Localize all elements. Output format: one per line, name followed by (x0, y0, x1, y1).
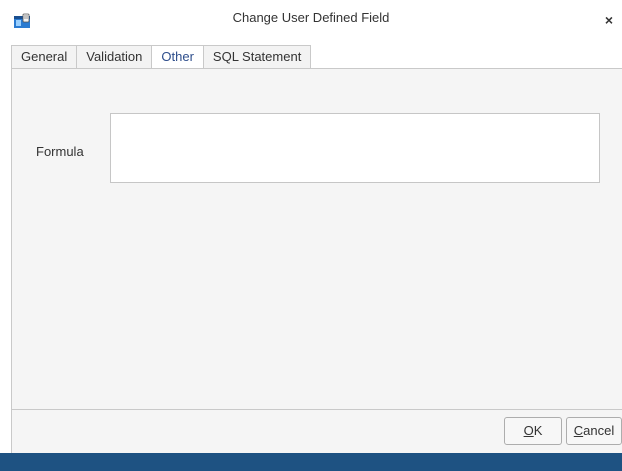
cancel-label-rest: ancel (583, 423, 615, 438)
title-bar: Change User Defined Field × (0, 0, 622, 40)
tab-validation[interactable]: Validation (77, 45, 153, 69)
button-bar: OK Cancel (11, 409, 622, 454)
cancel-mnemonic: C (573, 423, 584, 438)
dialog-title: Change User Defined Field (232, 10, 390, 25)
taskbar-strip (0, 453, 622, 471)
tab-panel-other: Formula (11, 68, 622, 409)
dialog-window: Change User Defined Field × General Vali… (0, 0, 622, 471)
tab-general[interactable]: General (11, 45, 78, 69)
tab-other[interactable]: Other (152, 45, 204, 70)
close-icon[interactable]: × (602, 12, 616, 28)
tab-strip: General Validation Other SQL Statement (11, 45, 312, 70)
tab-sql-statement[interactable]: SQL Statement (203, 45, 312, 69)
ok-label-rest: K (533, 423, 543, 438)
ok-mnemonic: O (523, 423, 534, 438)
formula-label: Formula (36, 144, 84, 159)
cancel-button[interactable]: Cancel (566, 417, 622, 445)
ok-button[interactable]: OK (504, 417, 562, 445)
formula-input[interactable] (110, 113, 600, 183)
